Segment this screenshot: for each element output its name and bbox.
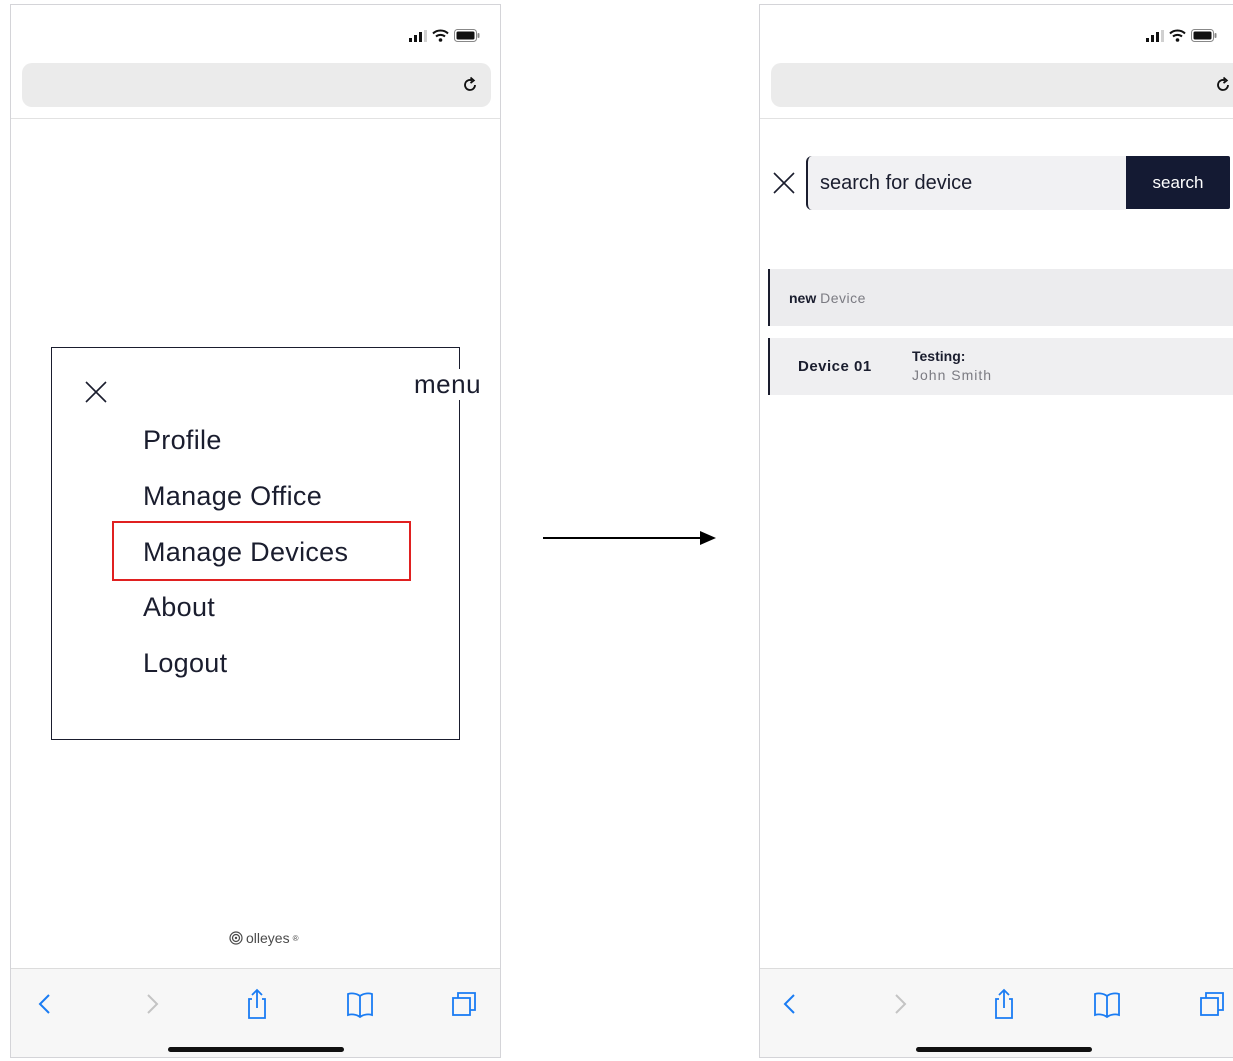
device-user: John Smith [912, 367, 993, 383]
status-bar [1146, 29, 1217, 42]
brand-registered-mark: ® [292, 933, 299, 943]
browser-toolbar [11, 968, 500, 1057]
tabs-icon[interactable] [1197, 987, 1227, 1021]
bookmarks-icon[interactable] [345, 987, 375, 1021]
close-icon[interactable] [772, 171, 796, 195]
menu-item-profile[interactable]: Profile [143, 425, 222, 456]
tabs-icon[interactable] [449, 987, 479, 1021]
forward-icon[interactable] [136, 987, 166, 1021]
device-search-input[interactable] [806, 156, 1126, 210]
new-device-label: new Device [789, 290, 866, 306]
wifi-icon [432, 29, 449, 42]
home-indicator [168, 1047, 344, 1052]
back-icon[interactable] [776, 987, 806, 1021]
device-row[interactable]: Device 01 Testing: John Smith [768, 338, 1233, 395]
share-icon[interactable] [242, 987, 272, 1021]
share-icon[interactable] [989, 987, 1019, 1021]
battery-icon [454, 29, 480, 42]
new-device-text: Device [820, 290, 866, 306]
brand-logo: olleyes ® [229, 930, 299, 946]
url-bar[interactable] [771, 63, 1233, 107]
chrome-divider [11, 118, 500, 119]
phone-screen-devices: search new Device Device 01 Testing: Joh… [759, 4, 1233, 1058]
device-status-label: Testing: [912, 348, 966, 364]
menu-item-about[interactable]: About [143, 592, 215, 623]
reload-icon[interactable] [1214, 76, 1232, 94]
reload-icon[interactable] [461, 76, 479, 94]
menu-item-logout[interactable]: Logout [143, 648, 227, 679]
wifi-icon [1169, 29, 1186, 42]
device-name: Device 01 [798, 358, 872, 375]
back-icon[interactable] [31, 987, 61, 1021]
forward-icon[interactable] [884, 987, 914, 1021]
signal-icon [409, 29, 427, 42]
chrome-divider [760, 118, 1233, 119]
search-button[interactable]: search [1126, 156, 1230, 209]
url-bar[interactable] [22, 63, 491, 107]
bookmarks-icon[interactable] [1092, 987, 1122, 1021]
menu-item-manage-office[interactable]: Manage Office [143, 481, 322, 512]
menu-title: menu [412, 369, 484, 400]
close-icon[interactable] [84, 380, 108, 404]
signal-icon [1146, 29, 1164, 42]
phone-screen-menu: menu Profile Manage Office Manage Device… [10, 4, 501, 1058]
transition-arrow-head [700, 531, 716, 545]
transition-arrow-line [543, 537, 701, 539]
olleyes-logo-icon [229, 931, 243, 945]
new-device-row[interactable]: new Device [768, 269, 1233, 326]
home-indicator [916, 1047, 1092, 1052]
new-device-prefix: new [789, 290, 817, 306]
status-bar [409, 29, 480, 42]
highlight-box [112, 521, 411, 581]
brand-name: olleyes [246, 930, 290, 946]
battery-icon [1191, 29, 1217, 42]
browser-toolbar [760, 968, 1233, 1057]
